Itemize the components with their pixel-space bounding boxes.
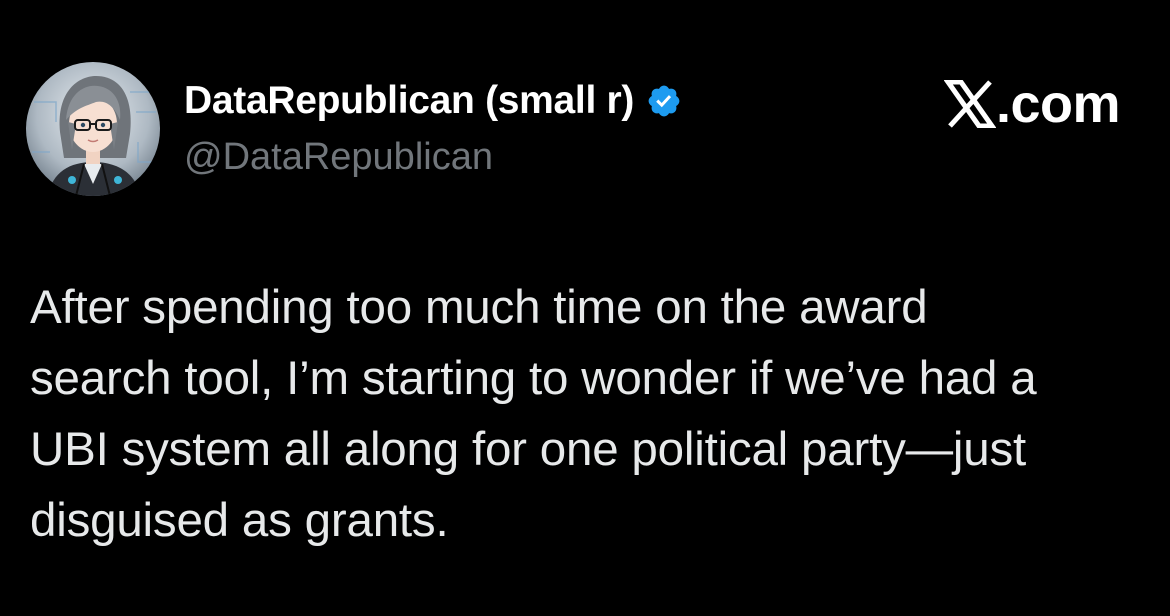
tweet-line: search tool, I’m starting to wonder if w… (30, 352, 1037, 405)
brand-domain: .com (995, 74, 1121, 134)
x-logo-icon (943, 79, 997, 129)
anime-avatar-icon (26, 62, 160, 196)
author-display-name[interactable]: DataRepublican (small r) (184, 79, 634, 123)
author-handle[interactable]: @DataRepublican (184, 136, 493, 179)
verified-badge-icon (646, 83, 682, 119)
avatar[interactable] (26, 62, 160, 196)
author-name-row: DataRepublican (small r) (184, 78, 682, 124)
tweet-line: UBI system all along for one political p… (30, 423, 1027, 476)
tweet-card: DataRepublican (small r) @DataRepublican… (0, 0, 1170, 616)
tweet-text: After spending too much time on the awar… (30, 272, 1140, 556)
tweet-line: After spending too much time on the awar… (30, 281, 928, 334)
tweet-line: disguised as grants. (30, 494, 449, 547)
brand-watermark: .com (943, 74, 1121, 134)
